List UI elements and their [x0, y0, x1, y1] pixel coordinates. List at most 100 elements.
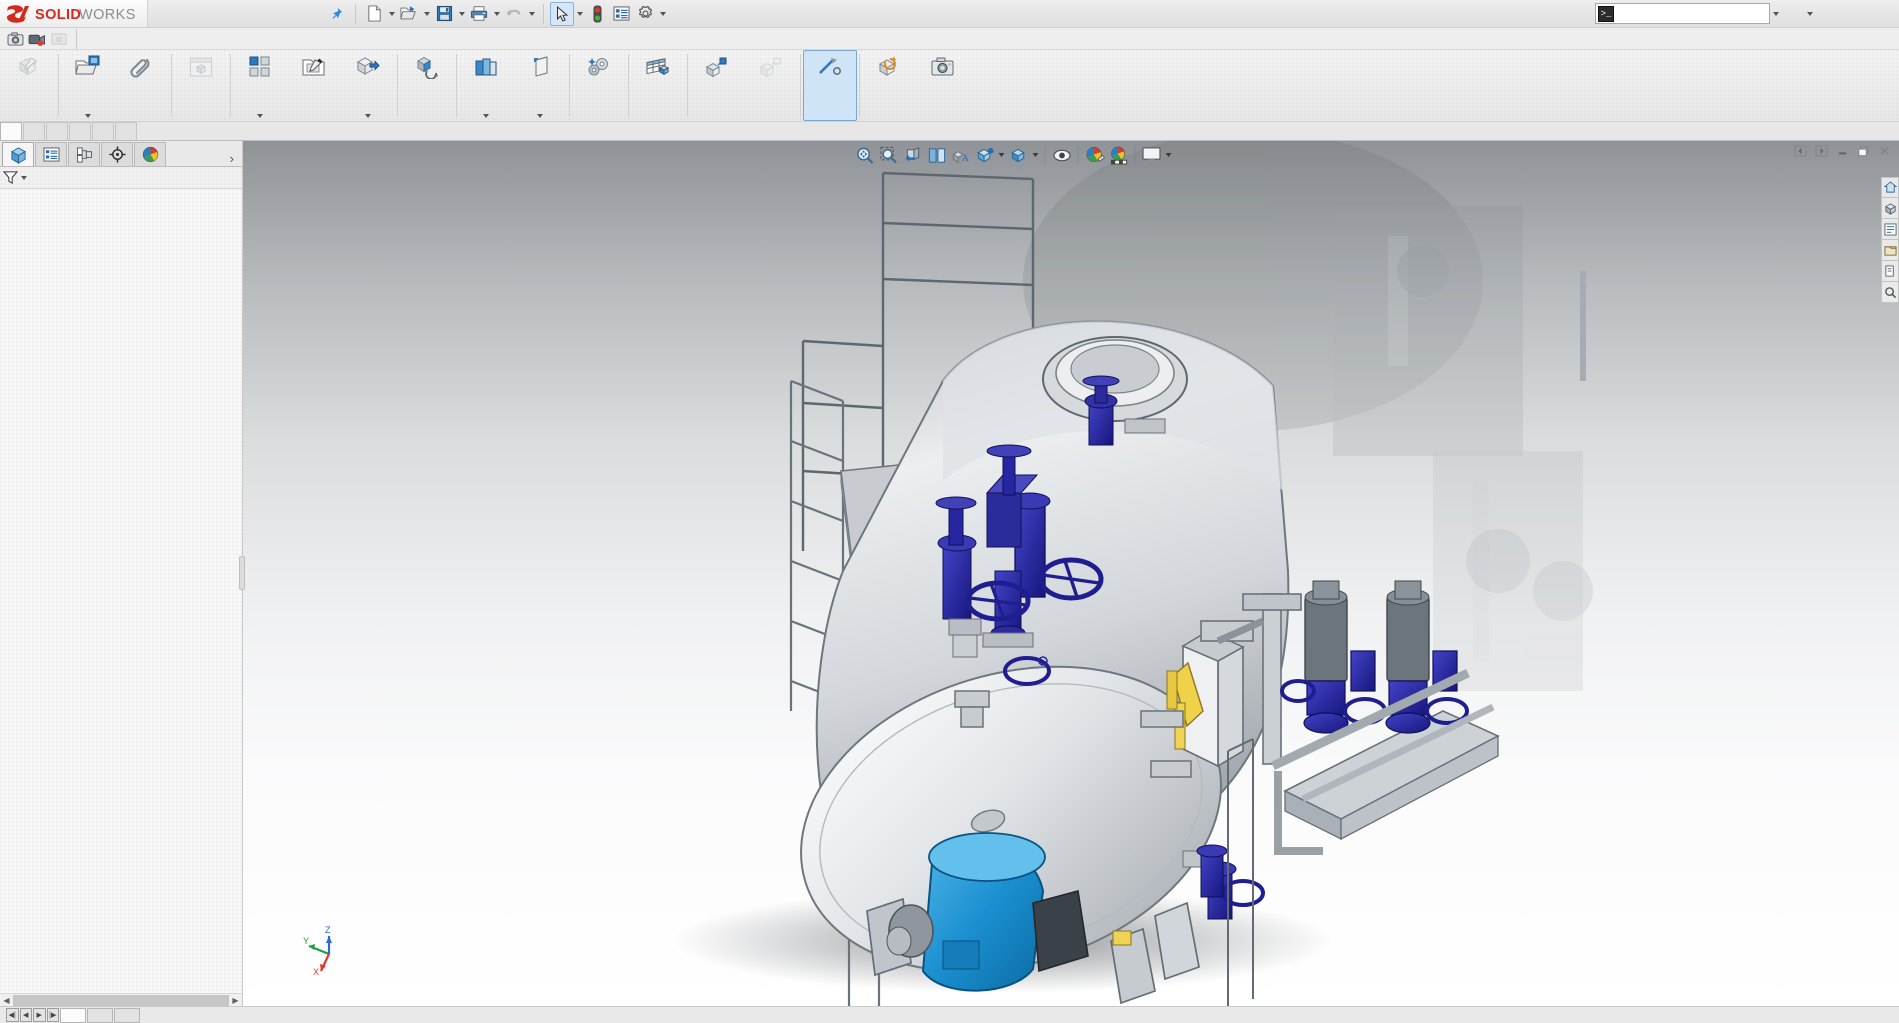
scroll-right-icon[interactable]: ▶	[229, 996, 242, 1005]
panel-expander-chevron-right-icon[interactable]: ›	[222, 151, 242, 166]
section-view-icon[interactable]	[901, 144, 925, 167]
doc-back-button[interactable]	[1790, 142, 1811, 160]
tab-sketch[interactable]	[46, 122, 68, 140]
view-palette-icon[interactable]	[1881, 177, 1899, 198]
graphics-area[interactable]: A	[243, 141, 1899, 1006]
feature-manager-tree-tab[interactable]	[2, 142, 34, 166]
menu-tools[interactable]	[250, 10, 272, 18]
scroll-left-icon[interactable]: ◀	[0, 996, 13, 1005]
scene-appearance-icon[interactable]	[1107, 144, 1131, 167]
reference-geometry-dropdown[interactable]	[537, 114, 543, 118]
feature-tree-horizontal-scrollbar[interactable]: ◀ ▶	[0, 993, 242, 1006]
ribbon-instant3d[interactable]	[803, 50, 857, 121]
ribbon-reference-geometry[interactable]	[513, 50, 567, 121]
undo-button[interactable]	[502, 2, 526, 26]
tab-layout[interactable]	[23, 122, 45, 140]
select-tool-dropdown[interactable]	[574, 2, 585, 26]
options-gear-button[interactable]	[633, 2, 657, 26]
display-manager-tab[interactable]	[134, 142, 166, 166]
bottom-tab-3d-views[interactable]	[87, 1008, 113, 1023]
file-explorer-icon[interactable]	[1881, 261, 1899, 282]
tab-nav-first[interactable]: ◀|	[6, 1008, 19, 1022]
scroll-thumb[interactable]	[13, 995, 229, 1006]
ribbon-insert-components[interactable]	[61, 50, 115, 121]
viewport-monitor-icon[interactable]	[1140, 144, 1164, 167]
doc-forward-button[interactable]	[1811, 142, 1832, 160]
view-orientation-icon[interactable]	[925, 144, 949, 167]
search-input[interactable]	[1614, 8, 1773, 20]
zoom-fit-icon[interactable]	[853, 144, 877, 167]
doc-minimize-button[interactable]	[1832, 142, 1853, 160]
open-document-dropdown[interactable]	[421, 2, 432, 26]
rebuild-button[interactable]	[585, 2, 609, 26]
menu-file[interactable]	[162, 10, 184, 18]
options-dropdown[interactable]	[657, 2, 668, 26]
ribbon-linear-component-pattern[interactable]	[233, 50, 287, 121]
pin-icon[interactable]	[324, 5, 349, 22]
insert-components-dropdown[interactable]	[85, 114, 91, 118]
menu-insert[interactable]	[228, 10, 250, 18]
tab-nav-next[interactable]: ▶	[33, 1008, 46, 1022]
ribbon-update-speedpak[interactable]	[862, 50, 916, 121]
minimize-button[interactable]	[1815, 2, 1841, 26]
filter-dropdown[interactable]	[18, 166, 29, 190]
panel-splitter-handle[interactable]	[239, 556, 245, 590]
close-button[interactable]	[1867, 2, 1893, 26]
print-document-button[interactable]	[467, 2, 491, 26]
menu-view[interactable]	[206, 10, 228, 18]
search-panel-icon[interactable]	[1881, 282, 1899, 303]
property-manager-tab[interactable]	[35, 142, 67, 166]
assembly-features-dropdown[interactable]	[483, 114, 489, 118]
ribbon-bill-of-materials[interactable]	[631, 50, 685, 121]
edit-appearance-icon[interactable]	[1083, 144, 1107, 167]
ribbon-exploded-view[interactable]	[690, 50, 744, 121]
display-style-dropdown[interactable]	[997, 144, 1007, 167]
new-document-button[interactable]	[362, 2, 386, 26]
dimxpert-manager-tab[interactable]	[101, 142, 133, 166]
ribbon-move-component[interactable]	[341, 50, 395, 121]
ribbon-edit-component[interactable]	[2, 50, 56, 121]
ribbon-mate[interactable]	[115, 50, 169, 121]
ribbon-component-preview-window[interactable]	[174, 50, 228, 121]
help-dropdown[interactable]	[1804, 2, 1815, 26]
ribbon-new-motion-study[interactable]	[572, 50, 626, 121]
new-document-dropdown[interactable]	[386, 2, 397, 26]
tab-solidworks-add-ins[interactable]	[92, 122, 114, 140]
file-properties-button[interactable]	[609, 2, 633, 26]
save-document-dropdown[interactable]	[456, 2, 467, 26]
hide-show-icon[interactable]: A	[949, 144, 973, 167]
search-commands-box[interactable]: >_	[1595, 3, 1770, 24]
bottom-tab-model[interactable]	[60, 1008, 86, 1023]
appearances-icon[interactable]	[1881, 198, 1899, 219]
design-library-icon[interactable]	[1881, 240, 1899, 261]
viewport-dropdown[interactable]	[1164, 144, 1174, 167]
apply-scene-dropdown[interactable]	[1031, 144, 1041, 167]
restore-button[interactable]	[1841, 2, 1867, 26]
undo-dropdown[interactable]	[526, 2, 537, 26]
menu-help[interactable]	[294, 10, 316, 18]
linear-pattern-dropdown[interactable]	[257, 114, 263, 118]
tab-nav-last[interactable]: |▶	[47, 1008, 60, 1022]
record-camera-icon[interactable]	[26, 29, 48, 49]
apply-scene-icon[interactable]	[1007, 144, 1031, 167]
view-settings-eye-icon[interactable]	[1050, 144, 1074, 167]
custom-properties-icon[interactable]	[1881, 219, 1899, 240]
ribbon-explode-line-sketch[interactable]	[744, 50, 798, 121]
ribbon-smart-fasteners[interactable]	[287, 50, 341, 121]
display-style-icon[interactable]	[973, 144, 997, 167]
tab-solidworks-mbd[interactable]	[115, 122, 137, 140]
print-document-dropdown[interactable]	[491, 2, 502, 26]
ribbon-show-hidden-components[interactable]	[400, 50, 454, 121]
select-tool-button[interactable]	[550, 2, 574, 26]
menu-window[interactable]	[272, 10, 294, 18]
doc-restore-button[interactable]	[1853, 142, 1874, 160]
doc-close-button[interactable]	[1874, 142, 1895, 160]
ribbon-assembly-features[interactable]	[459, 50, 513, 121]
feature-tree[interactable]	[0, 189, 242, 993]
tab-nav-prev[interactable]: ◀	[20, 1008, 33, 1022]
camera-icon[interactable]	[4, 29, 26, 49]
configuration-manager-tab[interactable]	[68, 142, 100, 166]
help-button[interactable]	[1778, 2, 1804, 26]
bottom-tab-motion-study[interactable]	[114, 1008, 140, 1023]
open-document-button[interactable]	[397, 2, 421, 26]
